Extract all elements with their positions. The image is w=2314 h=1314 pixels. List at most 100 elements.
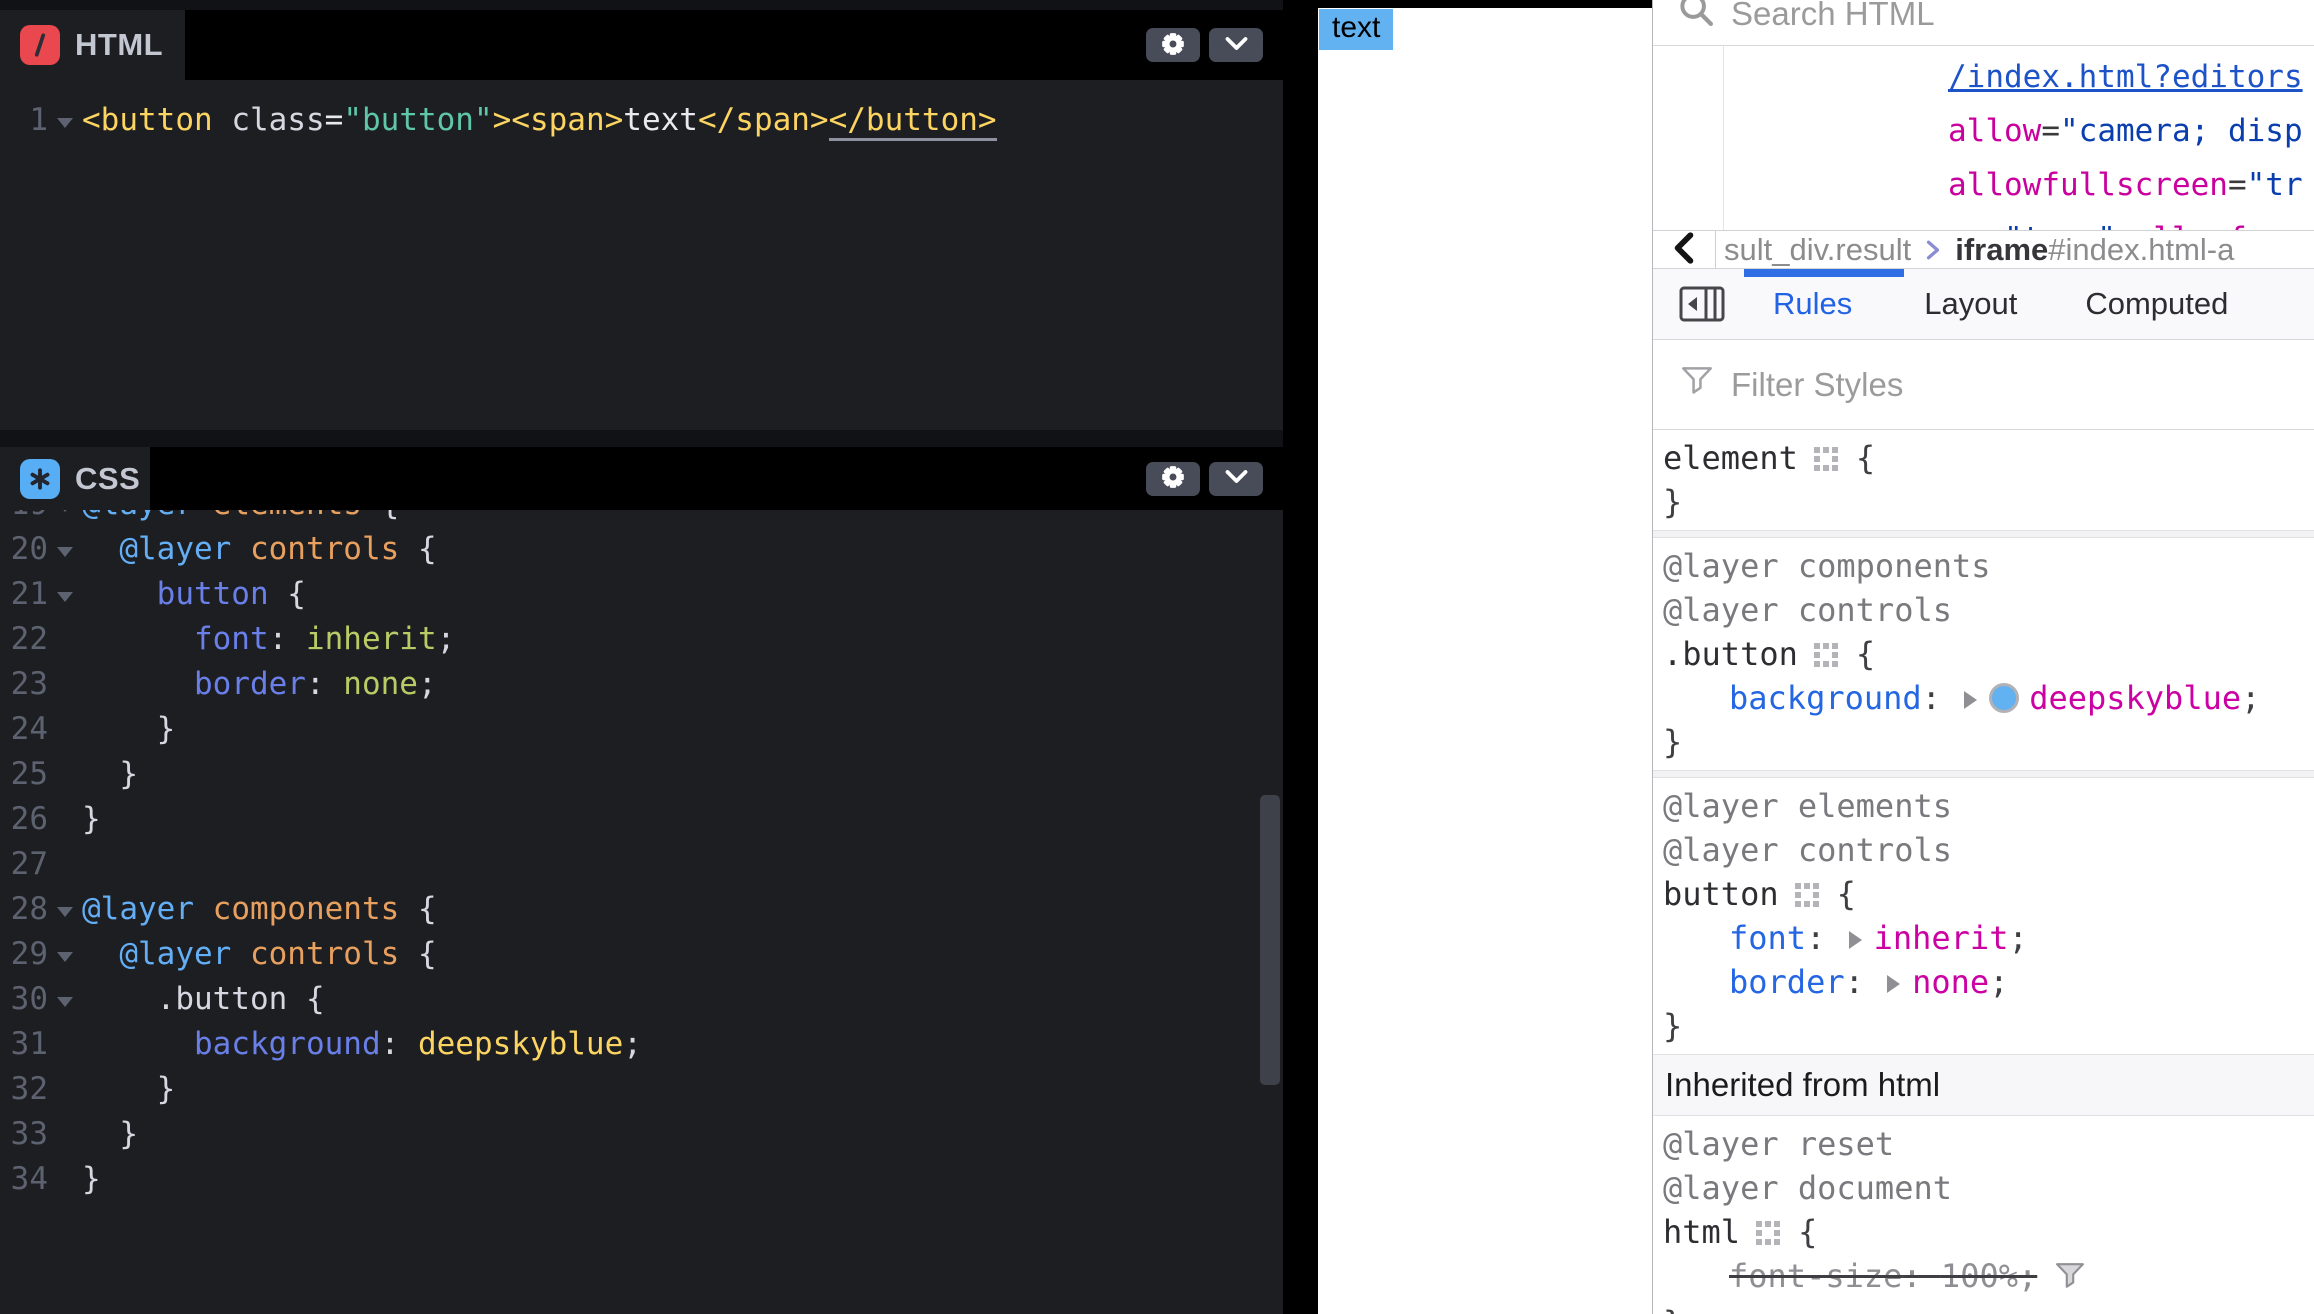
css-code-area[interactable]: 19@layer elements {20 @layer controls {2… — [0, 510, 1283, 1202]
css-property-line[interactable]: background: deepskyblue; — [1663, 676, 2314, 720]
breadcrumb-back-button[interactable] — [1653, 231, 1715, 268]
selector-highlighter-icon[interactable] — [1756, 1221, 1780, 1245]
code-token: { — [269, 576, 306, 612]
code-line-content: @layer controls { — [82, 527, 437, 572]
property-name[interactable]: border — [1729, 963, 1845, 1001]
tab-layout[interactable]: Layout — [1894, 286, 2047, 322]
code-token: @layer — [119, 936, 231, 972]
selector-highlighter-icon[interactable] — [1814, 447, 1838, 471]
fold-gutter — [48, 797, 82, 842]
fold-arrow-icon[interactable] — [48, 572, 82, 617]
code-token: { — [399, 531, 436, 567]
css-tab[interactable]: CSS — [0, 447, 1283, 510]
css-scrollbar-thumb[interactable] — [1260, 795, 1280, 1085]
rule-separator — [1653, 770, 2314, 778]
markup-view[interactable]: /index.html?editorsallow="camera; dispal… — [1653, 46, 2314, 230]
line-number: 27 — [0, 842, 48, 887]
property-name[interactable]: font — [1729, 919, 1806, 957]
property-name[interactable]: font-size — [1729, 1257, 1902, 1295]
code-token: me — [1948, 221, 1985, 230]
search-input[interactable]: Search HTML — [1653, 0, 2314, 46]
layer-line: @layer document — [1663, 1166, 2314, 1210]
rule-selector[interactable]: element — [1663, 439, 1798, 477]
code-token — [231, 531, 250, 567]
breadcrumb-item-result[interactable]: sult_div.result — [1724, 232, 1911, 268]
fold-arrow-icon[interactable] — [48, 887, 82, 932]
color-swatch[interactable] — [1989, 683, 2019, 713]
css-settings-button[interactable] — [1146, 462, 1200, 496]
breadcrumb-item-iframe[interactable]: iframe — [1955, 232, 2048, 268]
code-line: 23 border: none; — [0, 662, 1283, 707]
selector-highlighter-icon[interactable] — [1814, 643, 1838, 667]
selector-line[interactable]: button{ — [1663, 872, 2314, 916]
code-line-content: .button { — [82, 977, 325, 1022]
css-panel-actions — [1146, 462, 1263, 496]
fold-arrow-icon[interactable] — [48, 98, 82, 143]
property-name[interactable]: background — [1729, 679, 1922, 717]
style-rule: @layer components@layer controls.button{… — [1653, 538, 2314, 770]
css-property-line[interactable]: font-size: 100%; — [1663, 1254, 2314, 1301]
html-tab[interactable]: HTML — [0, 10, 1283, 80]
tab-rules[interactable]: Rules — [1739, 286, 1886, 322]
fold-arrow-icon[interactable] — [48, 510, 82, 527]
close-brace-line: } — [1663, 1004, 2314, 1048]
code-token: ; — [437, 621, 456, 657]
property-value[interactable]: inherit — [1874, 919, 2009, 957]
selector-line[interactable]: element{ — [1663, 436, 2314, 480]
property-value[interactable]: 100% — [1941, 1257, 2018, 1295]
code-token: "tr — [2247, 167, 2303, 203]
tab-computed[interactable]: Computed — [2055, 286, 2258, 322]
code-token: = — [2041, 113, 2060, 149]
dot-grid — [1795, 883, 1801, 889]
rule-selector[interactable]: .button — [1663, 635, 1798, 673]
code-token: border — [194, 666, 306, 702]
property-value[interactable]: deepskyblue — [2029, 679, 2241, 717]
css-property-line[interactable]: border: none; — [1663, 960, 2314, 1004]
layer-name: @layer components — [1663, 547, 1991, 585]
selector-line[interactable]: .button{ — [1663, 632, 2314, 676]
fold-arrow-icon[interactable] — [48, 977, 82, 1022]
css-property-line[interactable]: font: inherit; — [1663, 916, 2314, 960]
filter-styles-input[interactable]: Filter Styles — [1653, 340, 2314, 430]
selector-line[interactable]: html{ — [1663, 1210, 2314, 1254]
code-line: 24 } — [0, 707, 1283, 752]
property-value[interactable]: none — [1912, 963, 1989, 1001]
code-token: components — [213, 891, 400, 927]
markup-line[interactable]: me="true" allowf — [1948, 212, 2314, 230]
editor-preview-divider[interactable] — [1283, 0, 1318, 1314]
filter-funnel-icon — [1681, 366, 1713, 404]
preview-button[interactable]: text — [1319, 9, 1393, 50]
markup-lines: /index.html?editorsallow="camera; dispal… — [1653, 46, 2314, 230]
line-number: 23 — [0, 662, 48, 707]
markup-line[interactable]: /index.html?editors — [1948, 50, 2314, 104]
line-number: 19 — [0, 510, 48, 527]
fold-arrow-icon[interactable] — [48, 932, 82, 977]
html-panel-actions — [1146, 28, 1263, 62]
expand-arrow-icon[interactable] — [1887, 975, 1900, 993]
filter-property-icon[interactable] — [2055, 1260, 2085, 1298]
search-icon — [1677, 0, 1717, 38]
fold-gutter — [48, 1067, 82, 1112]
css-collapse-button[interactable] — [1209, 462, 1263, 496]
selector-highlighter-icon[interactable] — [1795, 883, 1819, 907]
code-token — [82, 576, 157, 612]
breadcrumb-item-iframe-id[interactable]: #index.html-a — [2048, 232, 2234, 268]
triangle-down-icon — [57, 592, 73, 602]
toggle-sidebar-icon[interactable] — [1679, 284, 1725, 324]
rule-selector[interactable]: html — [1663, 1213, 1740, 1251]
code-token: deepskyblue — [418, 1026, 623, 1062]
rule-selector[interactable]: button — [1663, 875, 1779, 913]
code-token — [213, 102, 232, 138]
html-collapse-button[interactable] — [1209, 28, 1263, 62]
code-token: background — [194, 1026, 381, 1062]
expand-arrow-icon[interactable] — [1964, 691, 1977, 709]
code-token: = — [2228, 167, 2247, 203]
html-code-area[interactable]: 1<button class="button"><span>text</span… — [0, 80, 1283, 143]
fold-gutter — [48, 1157, 82, 1202]
markup-line[interactable]: allowfullscreen="tr — [1948, 158, 2314, 212]
semicolon: ; — [1989, 963, 2008, 1001]
html-settings-button[interactable] — [1146, 28, 1200, 62]
fold-arrow-icon[interactable] — [48, 527, 82, 572]
expand-arrow-icon[interactable] — [1849, 931, 1862, 949]
markup-line[interactable]: allow="camera; disp — [1948, 104, 2314, 158]
